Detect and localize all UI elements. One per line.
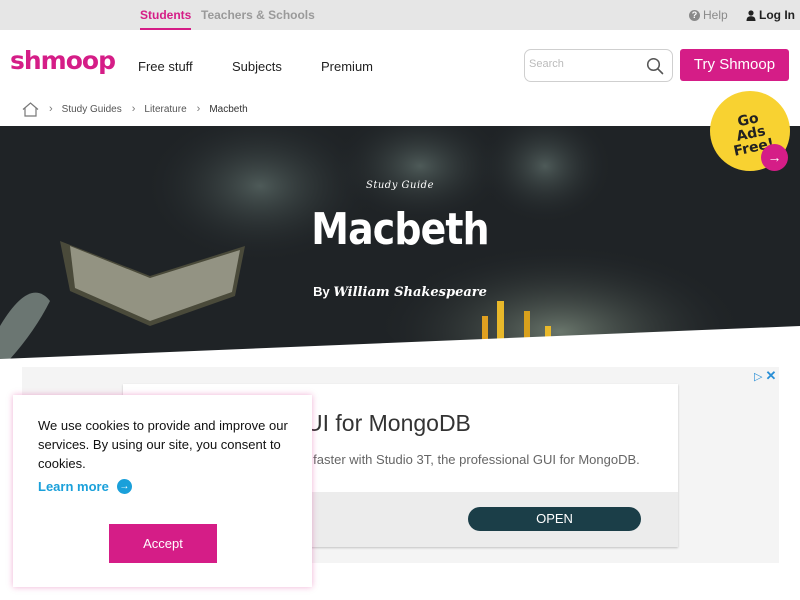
page-title: Macbeth bbox=[311, 204, 489, 255]
nav-subjects[interactable]: Subjects bbox=[232, 59, 282, 74]
search-icon[interactable] bbox=[646, 57, 664, 75]
author-prefix: By bbox=[313, 284, 330, 299]
breadcrumb-literature[interactable]: Literature bbox=[144, 104, 186, 115]
ad-headline-text: UI for MongoDB bbox=[306, 410, 471, 436]
learn-more-link[interactable]: Learn more → bbox=[38, 479, 132, 494]
arrow-right-icon: → bbox=[116, 479, 132, 494]
try-shmoop-button[interactable]: Try Shmoop bbox=[680, 49, 789, 81]
top-utility-bar: Students Teachers & Schools ? Help Log I… bbox=[0, 0, 800, 30]
question-icon: ? bbox=[689, 9, 700, 21]
login-label: Log In bbox=[759, 8, 795, 22]
search-input[interactable] bbox=[529, 58, 644, 70]
nav-premium[interactable]: Premium bbox=[321, 59, 373, 74]
ad-description: er faster with Studio 3T, the profession… bbox=[298, 452, 640, 467]
login-link[interactable]: Log In bbox=[746, 8, 795, 22]
nav-free-stuff[interactable]: Free stuff bbox=[138, 59, 193, 74]
help-link[interactable]: ? Help bbox=[689, 8, 728, 22]
user-icon bbox=[746, 9, 756, 21]
accept-button[interactable]: Accept bbox=[109, 524, 217, 563]
tab-students[interactable]: Students bbox=[140, 0, 192, 30]
chevron-right-icon: › bbox=[196, 103, 201, 115]
chevron-right-icon: › bbox=[131, 103, 136, 115]
arrow-right-icon[interactable]: → bbox=[761, 144, 788, 171]
main-header: shmoop Free stuff Subjects Premium Try S… bbox=[0, 30, 800, 100]
hero-subtitle: Study Guide bbox=[366, 180, 434, 191]
author-name[interactable]: William Shakespeare bbox=[333, 285, 487, 300]
hero-banner: Study Guide Macbeth By William Shakespea… bbox=[0, 126, 800, 359]
help-label: Help bbox=[703, 8, 728, 22]
adchoices-icon[interactable]: ▷ ✕ bbox=[754, 368, 776, 384]
ad-open-button[interactable]: OPEN bbox=[468, 507, 641, 531]
breadcrumb: › Study Guides › Literature › Macbeth bbox=[22, 100, 248, 118]
cookie-message: We use cookies to provide and improve ou… bbox=[38, 418, 288, 471]
breadcrumb-current: Macbeth bbox=[209, 103, 248, 115]
shmoop-logo[interactable]: shmoop bbox=[10, 46, 116, 75]
learn-more-label: Learn more bbox=[38, 479, 109, 494]
home-icon[interactable] bbox=[22, 101, 39, 117]
breadcrumb-study-guides[interactable]: Study Guides bbox=[62, 104, 122, 115]
search-box bbox=[524, 49, 673, 82]
tab-teachers-schools[interactable]: Teachers & Schools bbox=[201, 0, 315, 30]
close-icon[interactable]: ✕ bbox=[765, 368, 776, 384]
chevron-right-icon: › bbox=[49, 103, 53, 115]
hero-author: By William Shakespeare bbox=[0, 284, 800, 300]
adchoices-triangle-icon: ▷ bbox=[754, 370, 763, 383]
cookie-consent-dialog: We use cookies to provide and improve ou… bbox=[13, 395, 312, 587]
